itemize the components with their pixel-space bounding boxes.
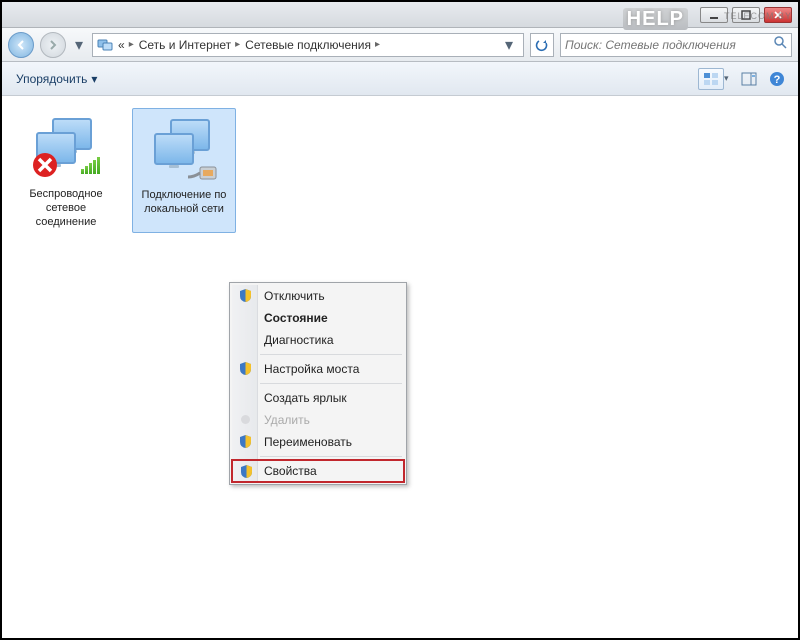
shield-icon [238, 434, 253, 449]
breadcrumb-seg-1[interactable]: Сеть и Интернет▸ [139, 38, 240, 52]
shield-icon [238, 361, 253, 376]
nav-bar: ▾ «▸ Сеть и Интернет▸ Сетевые подключени… [2, 28, 798, 62]
ctx-disable[interactable]: Отключить [232, 285, 404, 307]
search-input[interactable] [565, 38, 769, 52]
view-button[interactable] [698, 68, 724, 90]
forward-button[interactable] [40, 32, 66, 58]
shield-icon [238, 288, 253, 303]
ctx-diagnose[interactable]: Диагностика [232, 329, 404, 351]
back-button[interactable] [8, 32, 34, 58]
nav-history-dropdown[interactable]: ▾ [72, 34, 86, 56]
item-label: Беспроводное сетевое соединение [18, 188, 114, 229]
wireless-connection-icon [30, 112, 102, 184]
ethernet-plug-icon [188, 161, 218, 183]
shield-icon [239, 464, 254, 479]
help-button[interactable]: ? [764, 68, 790, 90]
chevron-right-icon: ▸ [375, 39, 380, 50]
address-bar[interactable]: «▸ Сеть и Интернет▸ Сетевые подключения▸… [92, 33, 524, 57]
ctx-delete: Удалить [232, 409, 404, 431]
breadcrumb-root[interactable]: «▸ [118, 38, 134, 52]
chevron-right-icon: ▸ [235, 39, 240, 50]
network-location-icon [97, 37, 113, 53]
disabled-x-icon [32, 152, 58, 178]
search-icon [773, 35, 787, 54]
organize-button[interactable]: Упорядочить ▾ [10, 69, 103, 89]
item-label: Подключение по локальной сети [137, 189, 231, 217]
address-dropdown[interactable]: ▾ [499, 35, 519, 55]
ctx-status[interactable]: Состояние [232, 307, 404, 329]
search-box[interactable] [560, 33, 792, 57]
preview-pane-button[interactable] [736, 68, 762, 90]
context-menu: Отключить Состояние Диагностика Настройк… [229, 282, 407, 485]
refresh-button[interactable] [530, 33, 554, 57]
content-area: Беспроводное сетевое соединение Подключе… [4, 98, 796, 636]
toolbar: Упорядочить ▾ ▾ ? [2, 62, 798, 96]
separator [260, 354, 402, 355]
connection-item-lan[interactable]: Подключение по локальной сети [132, 108, 236, 233]
ctx-properties[interactable]: Свойства [231, 459, 405, 483]
view-dropdown[interactable]: ▾ [724, 73, 734, 84]
ctx-shortcut[interactable]: Создать ярлык [232, 387, 404, 409]
chevron-down-icon: ▾ [91, 72, 97, 86]
chevron-right-icon: ▸ [129, 39, 134, 50]
separator [260, 456, 402, 457]
signal-bars-icon [81, 157, 100, 174]
ctx-bridge[interactable]: Настройка моста [232, 358, 404, 380]
ctx-rename[interactable]: Переименовать [232, 431, 404, 453]
lan-connection-icon [148, 113, 220, 185]
disabled-dot-icon [241, 415, 250, 424]
separator [260, 383, 402, 384]
connection-item-wireless[interactable]: Беспроводное сетевое соединение [14, 108, 118, 233]
svg-text:?: ? [774, 74, 781, 86]
watermark: HELP TELECOM.BY [623, 8, 688, 31]
breadcrumb-seg-2[interactable]: Сетевые подключения▸ [245, 38, 380, 52]
